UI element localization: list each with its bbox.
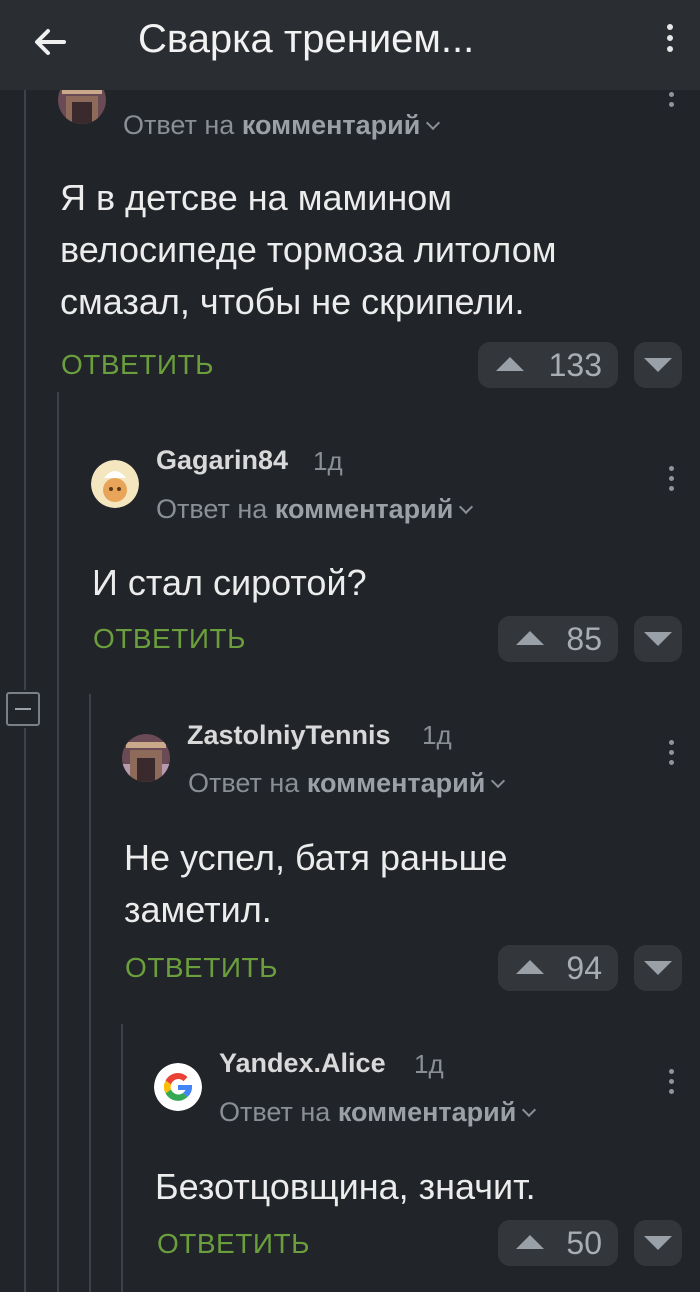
- arrow-up-icon: [496, 357, 524, 371]
- vote-count: 133: [548, 347, 602, 383]
- comment-line: И стал сиротой?: [92, 562, 367, 603]
- comment-line: смазал, чтобы не скрипели.: [60, 281, 525, 322]
- reply-to-link[interactable]: Ответ на комментарий: [188, 768, 506, 799]
- comment-age: 1д: [414, 1049, 444, 1079]
- reply-prefix: Ответ на: [219, 1097, 331, 1127]
- upvote-button[interactable]: 85: [498, 616, 618, 662]
- comment-age: 1д: [313, 446, 343, 476]
- comment-line: Безотцовщина, значит.: [155, 1166, 536, 1207]
- reply-prefix: Ответ на: [188, 768, 300, 798]
- reply-button[interactable]: ОТВЕТИТЬ: [93, 623, 246, 655]
- upvote-button[interactable]: 94: [498, 945, 618, 991]
- username[interactable]: ZastolniyTennis: [187, 720, 391, 751]
- comment-text: И стал сиротой?: [92, 557, 367, 609]
- arrow-up-icon: [516, 1235, 544, 1249]
- comment-age: 1д: [422, 720, 452, 750]
- vote-count: 85: [566, 621, 602, 657]
- comment-menu-icon[interactable]: [666, 466, 676, 500]
- reply-to-link[interactable]: Ответ на комментарий: [123, 110, 441, 141]
- overflow-menu-icon[interactable]: [660, 24, 680, 64]
- avatar[interactable]: [91, 460, 139, 508]
- downvote-button[interactable]: [634, 342, 682, 388]
- username[interactable]: Yandex.Alice: [219, 1048, 386, 1079]
- comment-line: Я в детсве на мамином: [60, 177, 452, 218]
- thread-line-1: [24, 90, 26, 690]
- thread-line-2: [57, 392, 59, 1292]
- arrow-down-icon: [644, 632, 672, 646]
- reply-target: комментарий: [306, 768, 486, 798]
- avatar[interactable]: [122, 734, 170, 782]
- collapse-thread-button[interactable]: [6, 692, 40, 726]
- thread-line-1b: [24, 728, 26, 1292]
- arrow-up-icon: [516, 631, 544, 645]
- upvote-button[interactable]: 50: [498, 1220, 618, 1266]
- comment-menu-icon[interactable]: [666, 1069, 676, 1103]
- comment-text: Безотцовщина, значит.: [155, 1161, 536, 1213]
- comment-line: Не успел, батя раньше: [124, 837, 508, 878]
- google-avatar-icon[interactable]: [154, 1063, 202, 1111]
- upvote-button[interactable]: 133: [478, 342, 618, 388]
- comment-text: Я в детсве на мамином велосипеде тормоза…: [60, 172, 556, 328]
- comment-menu-icon[interactable]: [666, 740, 676, 774]
- username[interactable]: Gagarin84: [156, 445, 288, 476]
- reply-to-link[interactable]: Ответ на комментарий: [219, 1097, 537, 1128]
- downvote-button[interactable]: [634, 1220, 682, 1266]
- chevron-down-icon: [491, 773, 506, 789]
- downvote-button[interactable]: [634, 616, 682, 662]
- reply-button[interactable]: ОТВЕТИТЬ: [61, 349, 214, 381]
- reply-target: комментарий: [241, 110, 421, 140]
- arrow-down-icon: [644, 358, 672, 372]
- chevron-down-icon: [522, 1102, 537, 1118]
- vote-count: 94: [566, 950, 602, 986]
- reply-target: комментарий: [274, 494, 454, 524]
- reply-button[interactable]: ОТВЕТИТЬ: [157, 1228, 310, 1260]
- downvote-button[interactable]: [634, 945, 682, 991]
- comment-line: заметил.: [124, 889, 272, 930]
- arrow-down-icon: [644, 961, 672, 975]
- arrow-down-icon: [644, 1236, 672, 1250]
- thread-line-4: [121, 1024, 123, 1292]
- comment-text: Не успел, батя раньше заметил.: [124, 832, 508, 936]
- chevron-down-icon: [459, 499, 474, 515]
- vote-count: 50: [566, 1225, 602, 1261]
- reply-to-link[interactable]: Ответ на комментарий: [156, 494, 474, 525]
- page-title: Сварка трением...: [138, 17, 475, 61]
- back-arrow-icon[interactable]: [30, 22, 70, 62]
- app-bar: Сварка трением...: [0, 0, 700, 90]
- chevron-down-icon: [426, 115, 441, 131]
- thread-line-3: [89, 694, 91, 1292]
- reply-target: комментарий: [337, 1097, 517, 1127]
- comment-line: велосипеде тормоза литолом: [60, 229, 557, 270]
- reply-button[interactable]: ОТВЕТИТЬ: [125, 952, 278, 984]
- arrow-up-icon: [516, 960, 544, 974]
- comment-menu-icon[interactable]: [666, 92, 676, 126]
- reply-prefix: Ответ на: [156, 494, 268, 524]
- reply-prefix: Ответ на: [123, 110, 235, 140]
